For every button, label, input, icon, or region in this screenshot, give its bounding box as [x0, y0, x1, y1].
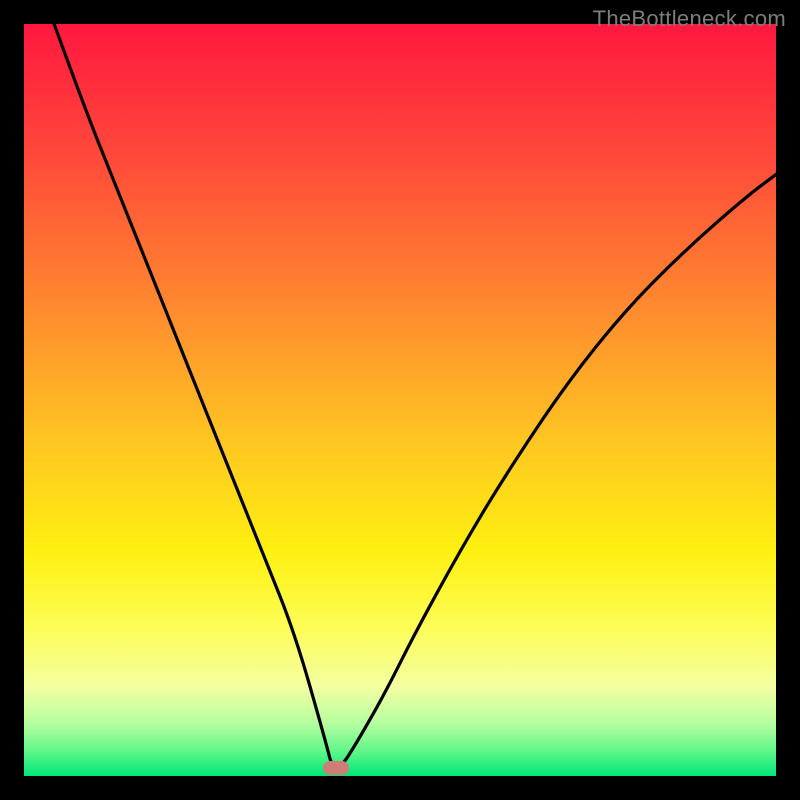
- plot-area: [24, 24, 776, 776]
- bottleneck-curve: [24, 24, 776, 776]
- watermark-text: TheBottleneck.com: [593, 6, 786, 32]
- optimum-marker: [323, 761, 349, 775]
- chart-frame: TheBottleneck.com: [0, 0, 800, 800]
